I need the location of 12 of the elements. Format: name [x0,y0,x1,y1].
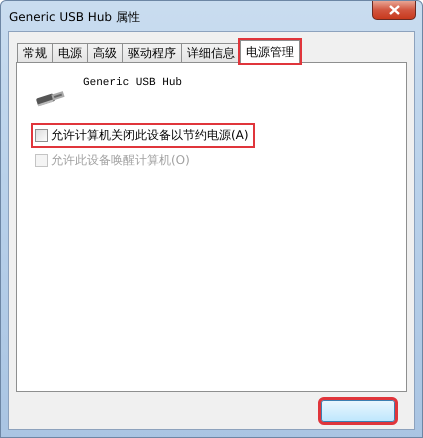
checkbox[interactable] [35,129,48,142]
tab[interactable]: 驱动程序 [122,43,182,63]
tab[interactable]: 常规 [17,43,53,63]
close-icon [388,5,400,15]
tab[interactable]: 电源 [52,43,88,63]
tab[interactable]: 高级 [87,43,123,63]
window-title: Generic USB Hub 属性 [9,9,140,26]
close-button[interactable] [372,1,416,20]
device-name: Generic USB Hub [83,77,182,89]
checkbox-option[interactable]: 允许计算机关闭此设备以节约电源(A) [33,125,253,146]
tab[interactable]: 电源管理 [240,40,300,63]
tab[interactable]: 详细信息 [181,43,241,63]
